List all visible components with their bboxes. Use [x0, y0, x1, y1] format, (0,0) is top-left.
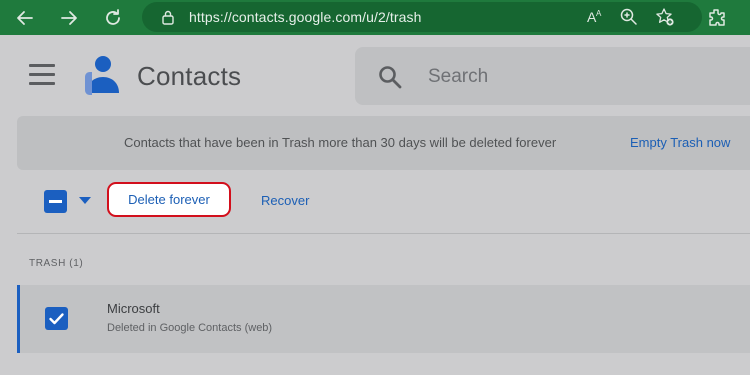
menu-line	[29, 64, 55, 67]
svg-text:A: A	[596, 9, 602, 18]
checkmark-icon	[49, 313, 64, 325]
address-bar[interactable]: https://contacts.google.com/u/2/trash AA	[142, 2, 702, 32]
read-aloud-icon[interactable]: AA	[585, 7, 605, 27]
contact-deleted-source: Deleted in Google Contacts (web)	[107, 322, 273, 334]
main-menu-button[interactable]	[29, 64, 55, 88]
lock-icon	[162, 10, 174, 25]
reload-icon	[106, 9, 120, 25]
browser-toolbar: https://contacts.google.com/u/2/trash AA	[0, 0, 750, 35]
menu-line	[29, 82, 55, 85]
recover-button[interactable]: Recover	[261, 193, 309, 208]
empty-trash-button[interactable]: Empty Trash now	[630, 135, 730, 150]
reload-button[interactable]	[99, 4, 127, 32]
search-bar[interactable]	[355, 47, 750, 105]
zoom-icon[interactable]	[619, 7, 639, 27]
search-icon[interactable]	[377, 64, 403, 90]
extensions-icon[interactable]	[705, 6, 729, 30]
back-button[interactable]	[11, 4, 39, 32]
arrow-right-icon	[61, 11, 77, 25]
app-title: Contacts	[137, 61, 242, 91]
contact-name: Microsoft	[107, 301, 160, 316]
select-all-checkbox[interactable]	[44, 190, 67, 213]
contact-row[interactable]: Microsoft Deleted in Google Contacts (we…	[17, 285, 750, 353]
selection-dropdown-icon[interactable]	[79, 197, 91, 204]
contacts-logo-icon	[85, 56, 119, 95]
delete-forever-button[interactable]: Delete forever	[107, 182, 231, 217]
search-input[interactable]	[428, 64, 728, 90]
section-header-trash: TRASH (1)	[29, 258, 84, 269]
url-text: https://contacts.google.com/u/2/trash	[189, 9, 422, 25]
menu-line	[29, 73, 55, 76]
add-favorite-icon[interactable]	[655, 7, 675, 27]
divider	[17, 233, 750, 234]
trash-notice-text: Contacts that have been in Trash more th…	[124, 135, 557, 150]
trash-notice-banner: Contacts that have been in Trash more th…	[17, 116, 750, 170]
contact-checkbox[interactable]	[45, 307, 68, 330]
arrow-left-icon	[17, 11, 33, 25]
forward-button[interactable]	[55, 4, 83, 32]
